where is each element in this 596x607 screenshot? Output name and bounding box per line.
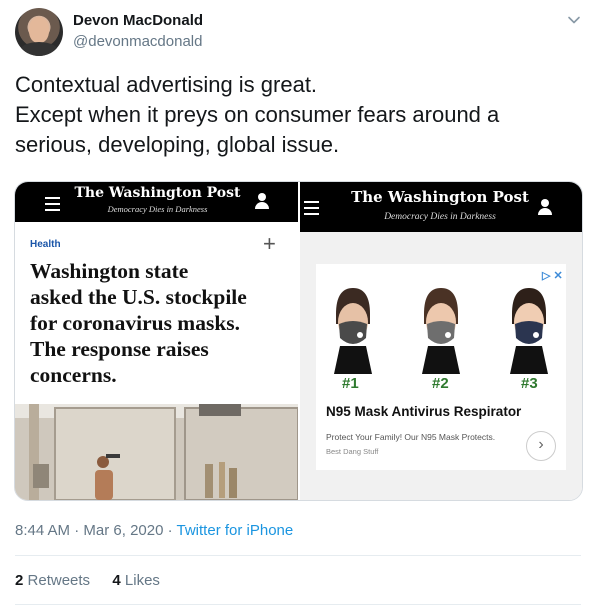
tweet-time[interactable]: 8:44 AM [15,522,70,539]
hamburger-menu-icon [45,197,60,215]
retweets-label: Retweets [27,572,91,589]
tweet-source[interactable]: Twitter for iPhone [177,522,294,539]
mask-option-label: #3 [521,375,538,392]
user-icon [538,199,552,215]
hamburger-menu-icon [304,201,319,219]
wp-header-right: The Washington Post Democracy Dies in Da… [300,182,582,232]
chevron-down-icon[interactable] [566,12,582,28]
likes-count: 4 [112,572,121,589]
mask-option-label: #1 [342,375,359,392]
ad-description: Protect Your Family! Our N95 Mask Protec… [326,432,496,442]
article-photo [15,404,298,500]
mask-product-image [494,284,564,374]
headline-line: concerns. [30,363,117,387]
tweet-stats: 2 Retweets 4 Likes [15,572,160,589]
tweet-text: Contextual advertising is great. Except … [15,70,581,160]
headline-line: The response raises [30,337,209,361]
mask-product-image [318,284,388,374]
wp-masthead: The Washington Post [351,188,529,206]
chevron-right-icon[interactable]: › [526,431,556,461]
ad-brand: Best Dang Stuff [326,447,379,456]
tweet-text-line: Contextual advertising is great. [15,72,318,97]
tweet-date[interactable]: Mar 6, 2020 [83,522,163,539]
retweets-count: 2 [15,572,24,589]
avatar[interactable] [15,8,63,56]
wp-tagline: Democracy Dies in Darkness [107,204,208,214]
divider [15,555,581,556]
plus-icon: + [263,231,276,256]
article-section-label: Health [30,239,61,250]
mask-advertisement[interactable]: ▷ ✕ #1 #2 #3 N95 Mask Antivirus Respirat… [316,264,566,470]
media-image-right[interactable]: The Washington Post Democracy Dies in Da… [300,182,582,500]
tweet-timestamp[interactable]: 8:44 AM · Mar 6, 2020 · Twitter for iPho… [15,522,293,539]
likes-stat[interactable]: 4 Likes [112,572,160,589]
wp-header-left: The Washington Post Democracy Dies in Da… [15,182,298,222]
wp-masthead: The Washington Post [74,185,241,201]
retweets-stat[interactable]: 2 Retweets [15,572,90,589]
wp-tagline: Democracy Dies in Darkness [384,212,496,222]
ad-title[interactable]: N95 Mask Antivirus Respirator [326,404,521,419]
headline-line: asked the U.S. stockpile [30,285,247,309]
media-image-left[interactable]: The Washington Post Democracy Dies in Da… [15,182,298,500]
tweet-text-line: serious, developing, global issue. [15,132,340,157]
tweet-media[interactable]: The Washington Post Democracy Dies in Da… [14,181,583,501]
author-handle[interactable]: @devonmacdonald [73,33,202,50]
mask-product-image [406,284,476,374]
author-display-name[interactable]: Devon MacDonald [73,12,203,29]
article-headline: Washington state asked the U.S. stockpil… [30,258,292,388]
mask-option-label: #2 [432,375,449,392]
headline-line: Washington state [30,259,189,283]
headline-line: for coronavirus masks. [30,311,241,335]
ad-choices-icon[interactable]: ▷ ✕ [542,269,563,282]
divider [15,604,581,605]
likes-label: Likes [124,572,160,589]
user-icon [255,193,269,209]
tweet-text-line: Except when it preys on consumer fears a… [15,102,500,127]
